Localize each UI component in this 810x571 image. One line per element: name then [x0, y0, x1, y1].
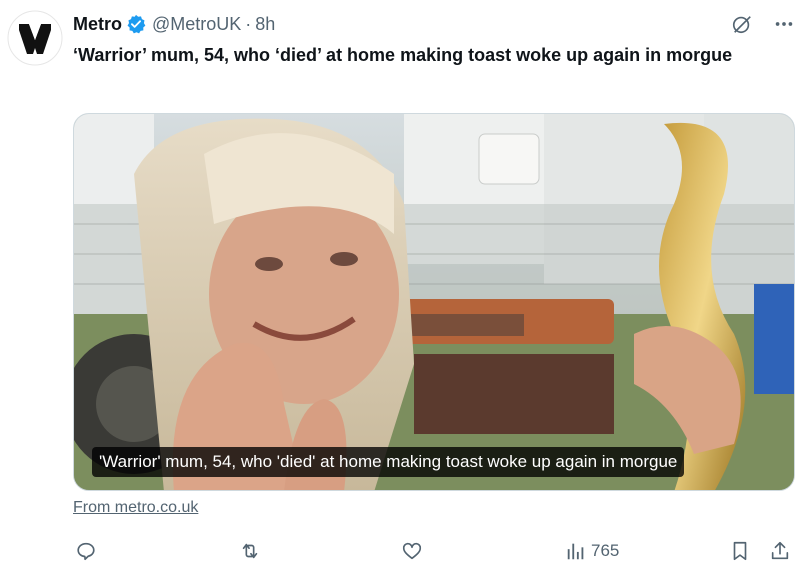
- verified-badge-icon: [126, 14, 146, 34]
- link-card-media[interactable]: 'Warrior' mum, 54, who 'died' at home ma…: [73, 113, 795, 491]
- tweet-actions-bar: 765: [73, 536, 795, 566]
- bookmark-icon: [733, 541, 747, 561]
- views-icon: [567, 543, 584, 560]
- separator-dot: ·: [245, 13, 252, 34]
- author-name[interactable]: Metro: [73, 14, 122, 35]
- share-icon: [771, 541, 789, 560]
- more-options-icon[interactable]: [772, 12, 796, 36]
- like-button[interactable]: [401, 536, 423, 566]
- top-actions: [730, 12, 796, 36]
- source-link[interactable]: From metro.co.uk: [73, 499, 198, 517]
- tweet-text: ‘Warrior’ mum, 54, who ‘died’ at home ma…: [73, 45, 733, 65]
- views-button[interactable]: 765: [565, 536, 619, 566]
- repost-icon: [242, 543, 258, 559]
- views-count: 765: [591, 541, 620, 560]
- author-handle[interactable]: @MetroUK: [152, 14, 241, 35]
- article-photo: [74, 114, 794, 490]
- avatar[interactable]: [7, 10, 63, 66]
- not-interested-icon[interactable]: [730, 12, 754, 36]
- repost-button[interactable]: [239, 536, 261, 566]
- card-caption: 'Warrior' mum, 54, who 'died' at home ma…: [92, 447, 685, 477]
- tweet-timestamp[interactable]: 8h: [255, 14, 275, 35]
- reply-icon: [77, 542, 95, 561]
- heart-icon: [402, 542, 422, 560]
- metro-logo-icon: [7, 10, 63, 66]
- share-button[interactable]: [769, 536, 791, 566]
- reply-button[interactable]: [75, 536, 97, 566]
- bookmark-button[interactable]: [729, 536, 751, 566]
- tweet-header: Metro @MetroUK · 8h: [73, 12, 275, 36]
